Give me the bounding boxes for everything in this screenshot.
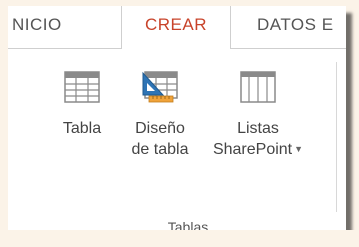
tabla-label: Tabla [62,120,102,137]
table-design-icon [120,69,200,111]
table-icon [52,69,112,111]
diseno-label-line2: de tabla [131,141,189,158]
torn-edge-right [345,0,359,247]
group-divider [336,62,337,212]
sharepoint-list-icon [202,69,314,111]
torn-edge-bottom [0,230,359,247]
listas-label-line2: SharePoint ▼ [202,139,314,160]
ribbon-screenshot: NICIO CREAR DATOS E Tabla Diseño de tabl… [8,6,346,232]
listas-label-text: SharePoint [212,141,293,158]
tab-crear[interactable]: CREAR [121,6,231,49]
ribbon-panel: Tabla Diseño de tabla Listas SharePoint … [8,49,346,232]
diseno-label-line1: Diseño [135,120,185,137]
listas-label-line1: Listas [237,120,279,137]
diseno-de-tabla-button[interactable]: Diseño de tabla [120,69,200,160]
tab-inicio[interactable]: NICIO [12,6,104,49]
listas-sharepoint-button[interactable]: Listas SharePoint ▼ [202,69,314,160]
ribbon-tab-bar: NICIO CREAR DATOS E [8,6,346,49]
dropdown-arrow-icon[interactable]: ▼ [294,144,303,154]
tabla-button[interactable]: Tabla [52,69,112,139]
tab-datos-externos[interactable]: DATOS E [257,6,346,49]
